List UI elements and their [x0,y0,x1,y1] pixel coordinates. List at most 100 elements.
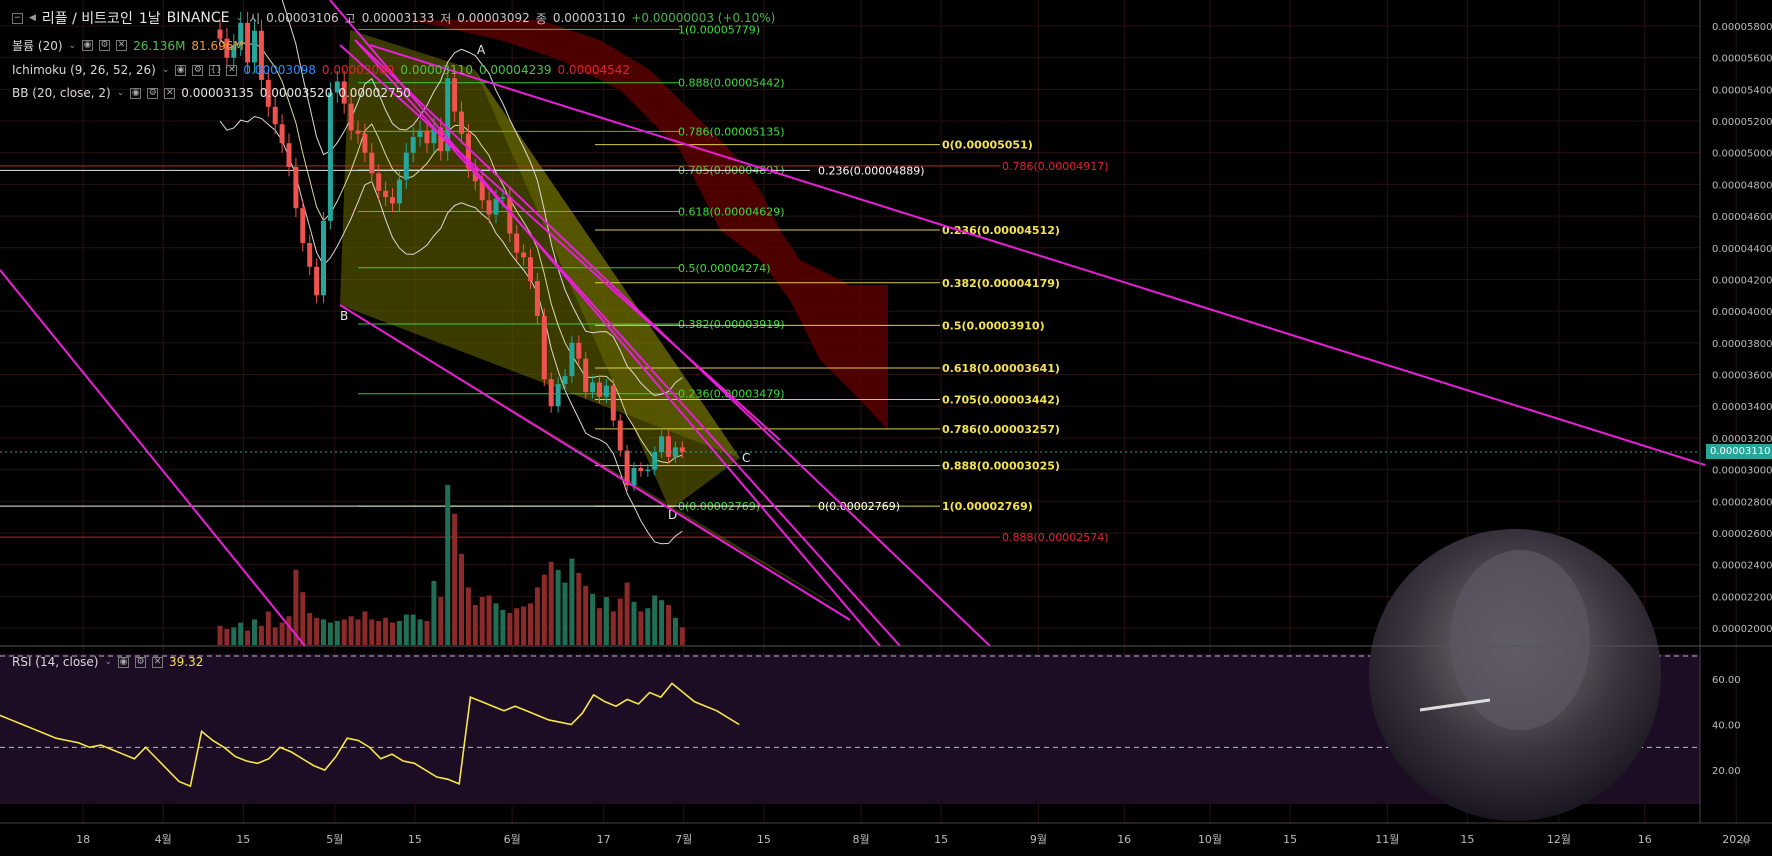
chevron-down-icon[interactable]: ⌄ [117,88,125,98]
candle-body [321,220,326,296]
eye-icon[interactable]: ◉ [130,87,142,99]
fib-label: 0.382(0.00004179) [942,277,1060,290]
low-label: 저 [440,11,452,26]
volume-bar [472,605,478,645]
time-tick-label: 15 [236,833,250,846]
chevron-down-icon[interactable]: ⌄ [104,657,112,667]
volume-bar [562,582,568,645]
candle-body [576,342,582,359]
close-icon[interactable]: ✕ [164,87,176,99]
volume-bar [327,622,333,645]
candle-body [610,385,616,421]
volume-bar [341,619,347,645]
candle-body [376,173,382,191]
fib-label: 0.786(0.00004917) [1002,160,1109,173]
code-icon[interactable]: {} [209,64,222,76]
price-tick-label: 0.00004200 [1712,275,1772,286]
volume-bar [576,573,582,645]
fib-label: 0.888(0.00002574) [1002,531,1109,544]
volume-bar [528,603,533,645]
chevron-down-icon[interactable]: ⌄ [162,65,170,75]
candle-body [555,384,561,407]
volume-bar [224,629,230,645]
price-tick-label: 0.00003400 [1712,402,1772,413]
price-tick-label: 0.00003800 [1712,339,1772,350]
candle-body [603,385,609,397]
candle-body [245,22,251,63]
candle-body [272,106,278,125]
portrait-image [1369,529,1661,821]
back-icon[interactable]: ◀ [29,13,36,23]
candle-body [293,166,299,209]
gear-icon[interactable]: ⚙ [99,40,111,51]
rsi-tick-label: 60.00 [1712,675,1741,686]
chart-settings-icon[interactable]: ☼ [1739,832,1752,850]
price-tick-label: 0.00004400 [1712,244,1772,255]
volume-bar [252,619,257,645]
volume-bar [300,592,306,645]
chevron-down-icon[interactable]: ⌄ [69,41,77,51]
volume-bar [624,582,630,645]
eye-icon[interactable]: ◉ [118,656,130,668]
close-icon[interactable]: ✕ [226,64,238,76]
volume-bar [376,621,382,645]
candle-body [300,208,306,244]
symbol-name[interactable]: 리플 / 비트코인 [42,8,133,28]
rsi-tick-label: 20.00 [1712,766,1741,777]
candle-body [679,447,685,453]
volume-bar [548,561,554,645]
fib-label: 0.618(0.00003641) [942,362,1060,375]
close-icon[interactable]: ✕ [116,40,128,51]
time-tick-label: 7월 [675,833,692,846]
candle-body [279,124,285,144]
eye-icon[interactable]: ◉ [82,40,94,51]
volume-bar [500,609,506,645]
volume-bar [410,614,416,645]
volume-bar [314,617,320,645]
price-tick-label: 0.00005400 [1712,85,1772,96]
volume-bar [355,619,361,645]
volume-bar [362,611,368,645]
fib-label: 0.786(0.00003257) [942,423,1060,436]
fib-label: 0.786(0.00005135) [678,125,785,138]
candle-body [314,266,320,296]
fib-label: 0.618(0.00004629) [678,206,785,219]
bb-label[interactable]: BB (20, close, 2) [12,86,111,100]
gear-icon[interactable]: ⚙ [147,87,159,99]
time-tick-label: 16 [1117,833,1131,846]
rsi-label[interactable]: RSI (14, close) [12,655,98,669]
volume-bar [610,611,616,645]
fib-label: 0.382(0.00003919) [678,318,785,331]
candle-body [666,436,671,457]
candle-body [390,197,395,204]
volume-bar [417,619,423,645]
volume-bar [583,585,589,645]
interval[interactable]: 1날 [139,8,161,28]
candle-body [424,130,430,144]
chart-canvas[interactable]: ABCD 1(0.00005779)0.888(0.00005442)0.786… [0,0,1772,856]
candle-body [645,469,651,472]
close-icon[interactable]: ✕ [152,656,164,668]
volume-bar [396,621,402,645]
collapse-icon[interactable]: − [12,12,23,24]
chevron-down-icon[interactable]: ⌄ [236,13,244,23]
gear-icon[interactable]: ⚙ [192,64,204,76]
bb-lower: 0.00002750 [338,86,411,100]
candle-body [528,257,533,282]
volume-bar [679,627,685,645]
volume-label[interactable]: 볼륨 (20) [12,37,63,54]
change-value: +0.00000003 (+0.10%) [631,11,776,25]
volume-bar [265,611,271,645]
candle-body [521,252,527,258]
candle-body [617,420,623,451]
ichimoku-label[interactable]: Ichimoku (9, 26, 52, 26) [12,63,156,77]
volume-bar [465,587,471,645]
low-value: 0.00003092 [457,11,530,25]
time-tick-label: 11월 [1375,833,1399,846]
candle-body [590,382,596,392]
candle-body [569,342,575,377]
gear-icon[interactable]: ⚙ [135,656,147,668]
eye-icon[interactable]: ◉ [175,64,187,76]
price-tick-label: 0.00005200 [1712,117,1772,128]
fib-label: 0(0.00002769) [818,500,900,513]
